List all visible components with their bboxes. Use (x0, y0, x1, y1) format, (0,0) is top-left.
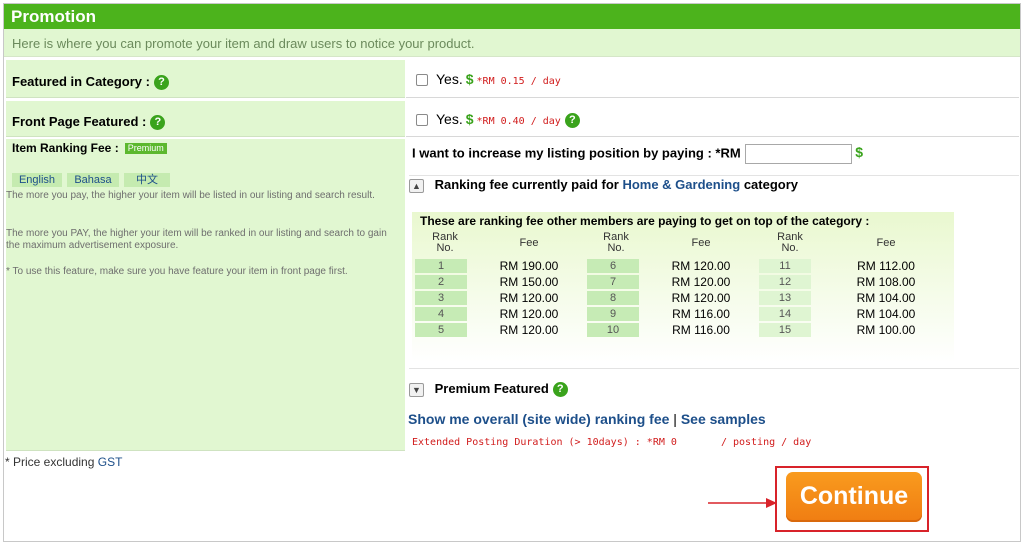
fee-cell: RM 100.00 (856, 323, 916, 337)
rank-cell: 9 (587, 307, 639, 321)
ranking-desc-3: * To use this feature, make sure you hav… (6, 266, 348, 277)
rank-cell: 10 (587, 323, 639, 337)
front-page-yes-label: Yes. (436, 111, 463, 127)
lang-english-button[interactable]: English (12, 173, 62, 187)
fee-cell: RM 120.00 (499, 323, 559, 337)
rank-cell: 12 (759, 275, 811, 289)
fee-cell: RM 120.00 (671, 259, 731, 273)
increase-position-label: I want to increase my listing position b… (412, 145, 741, 161)
rank-cell: 1 (415, 259, 467, 273)
ranking-fee-label: Item Ranking Fee : (12, 141, 119, 155)
gst-note: * Price excluding GST (5, 455, 122, 469)
category-suffix: category (743, 177, 799, 192)
extended-duration-suffix: / posting / day (720, 437, 812, 448)
rank-cell: 2 (415, 275, 467, 289)
dollar-icon: $ (465, 71, 474, 87)
arrow-icon (708, 498, 777, 508)
fee-header: Fee (691, 237, 711, 249)
fee-header: Fee (519, 237, 539, 249)
featured-category-label: Featured in Category : (12, 74, 150, 89)
dollar-icon: $ (855, 144, 864, 161)
category-link[interactable]: Home & Gardening (622, 177, 740, 192)
ranking-fee-input[interactable] (745, 144, 853, 164)
front-page-price: *RM 0.40 / day (476, 116, 561, 127)
fee-cell: RM 104.00 (856, 307, 916, 321)
fee-cell: RM 150.00 (499, 275, 559, 289)
rank-cell: 11 (759, 259, 811, 273)
overall-ranking-link[interactable]: Show me overall (site wide) ranking fee (408, 411, 669, 427)
collapse-icon[interactable]: ▲ (409, 178, 424, 193)
gst-note-text: * Price excluding (5, 455, 95, 469)
gst-link[interactable]: GST (98, 455, 123, 469)
featured-category-yes-label: Yes. (436, 71, 463, 87)
rank-header: Rank No. (777, 231, 803, 254)
continue-button[interactable]: Continue (786, 472, 922, 522)
fee-cell: RM 108.00 (856, 275, 916, 289)
front-page-label: Front Page Featured : (12, 114, 147, 129)
fee-cell: RM 104.00 (856, 291, 916, 305)
rank-cell: 8 (587, 291, 639, 305)
help-icon[interactable]: ? (552, 382, 568, 398)
fee-cell: RM 120.00 (671, 291, 731, 305)
featured-category-price: *RM 0.15 / day (476, 76, 561, 87)
page-title: Promotion (4, 4, 1020, 29)
see-samples-link[interactable]: See samples (681, 411, 766, 427)
fee-cell: RM 112.00 (857, 259, 915, 273)
fee-table-title: These are ranking fee other members are … (420, 214, 870, 228)
premium-badge: Premium (124, 143, 167, 155)
rank-header: Rank No. (603, 231, 629, 254)
fee-cell: RM 120.00 (671, 275, 731, 289)
featured-category-label-cell: Featured in Category :? (6, 60, 405, 98)
fee-cell: RM 116.00 (672, 323, 730, 337)
link-separator: | (673, 411, 677, 427)
rank-cell: 3 (415, 291, 467, 305)
ranking-desc-2: The more you PAY, the higher your item w… (6, 228, 387, 251)
rank-cell: 7 (587, 275, 639, 289)
rank-cell: 15 (759, 323, 811, 337)
lang-chinese-button[interactable]: 中文 (124, 173, 170, 187)
help-icon[interactable]: ? (153, 75, 169, 91)
front-page-checkbox[interactable] (416, 114, 428, 127)
category-prefix: Ranking fee currently paid for (434, 177, 619, 192)
front-page-label-cell: Front Page Featured :? (6, 101, 405, 137)
ranking-desc-1: The more you pay, the higher your item w… (6, 190, 375, 201)
fee-cell: RM 120.00 (499, 307, 559, 321)
fee-cell: RM 120.00 (499, 291, 559, 305)
front-page-option-cell: Yes. $ *RM 0.40 / day? (406, 101, 1019, 137)
fee-cell: RM 116.00 (672, 307, 730, 321)
rank-cell: 5 (415, 323, 467, 337)
fee-cell: RM 190.00 (499, 259, 559, 273)
fee-header: Fee (876, 237, 896, 249)
expand-icon[interactable]: ▼ (409, 382, 424, 397)
lang-bahasa-button[interactable]: Bahasa (67, 173, 119, 187)
rank-cell: 4 (415, 307, 467, 321)
dollar-icon: $ (465, 111, 474, 127)
page-subtitle: Here is where you can promote your item … (4, 29, 1020, 57)
ranking-info-panel: Item Ranking Fee : Premium The more you p… (6, 139, 405, 451)
rank-cell: 6 (587, 259, 639, 273)
featured-category-option-cell: Yes. $ *RM 0.15 / day (406, 60, 1019, 98)
extended-duration-text: Extended Posting Duration (> 10days) : *… (412, 437, 677, 448)
help-icon[interactable]: ? (564, 112, 580, 128)
rank-cell: 13 (759, 291, 811, 305)
rank-header: Rank No. (432, 231, 458, 254)
premium-featured-label: Premium Featured (434, 381, 549, 396)
rank-cell: 14 (759, 307, 811, 321)
help-icon[interactable]: ? (150, 115, 166, 131)
featured-category-checkbox[interactable] (416, 74, 428, 87)
